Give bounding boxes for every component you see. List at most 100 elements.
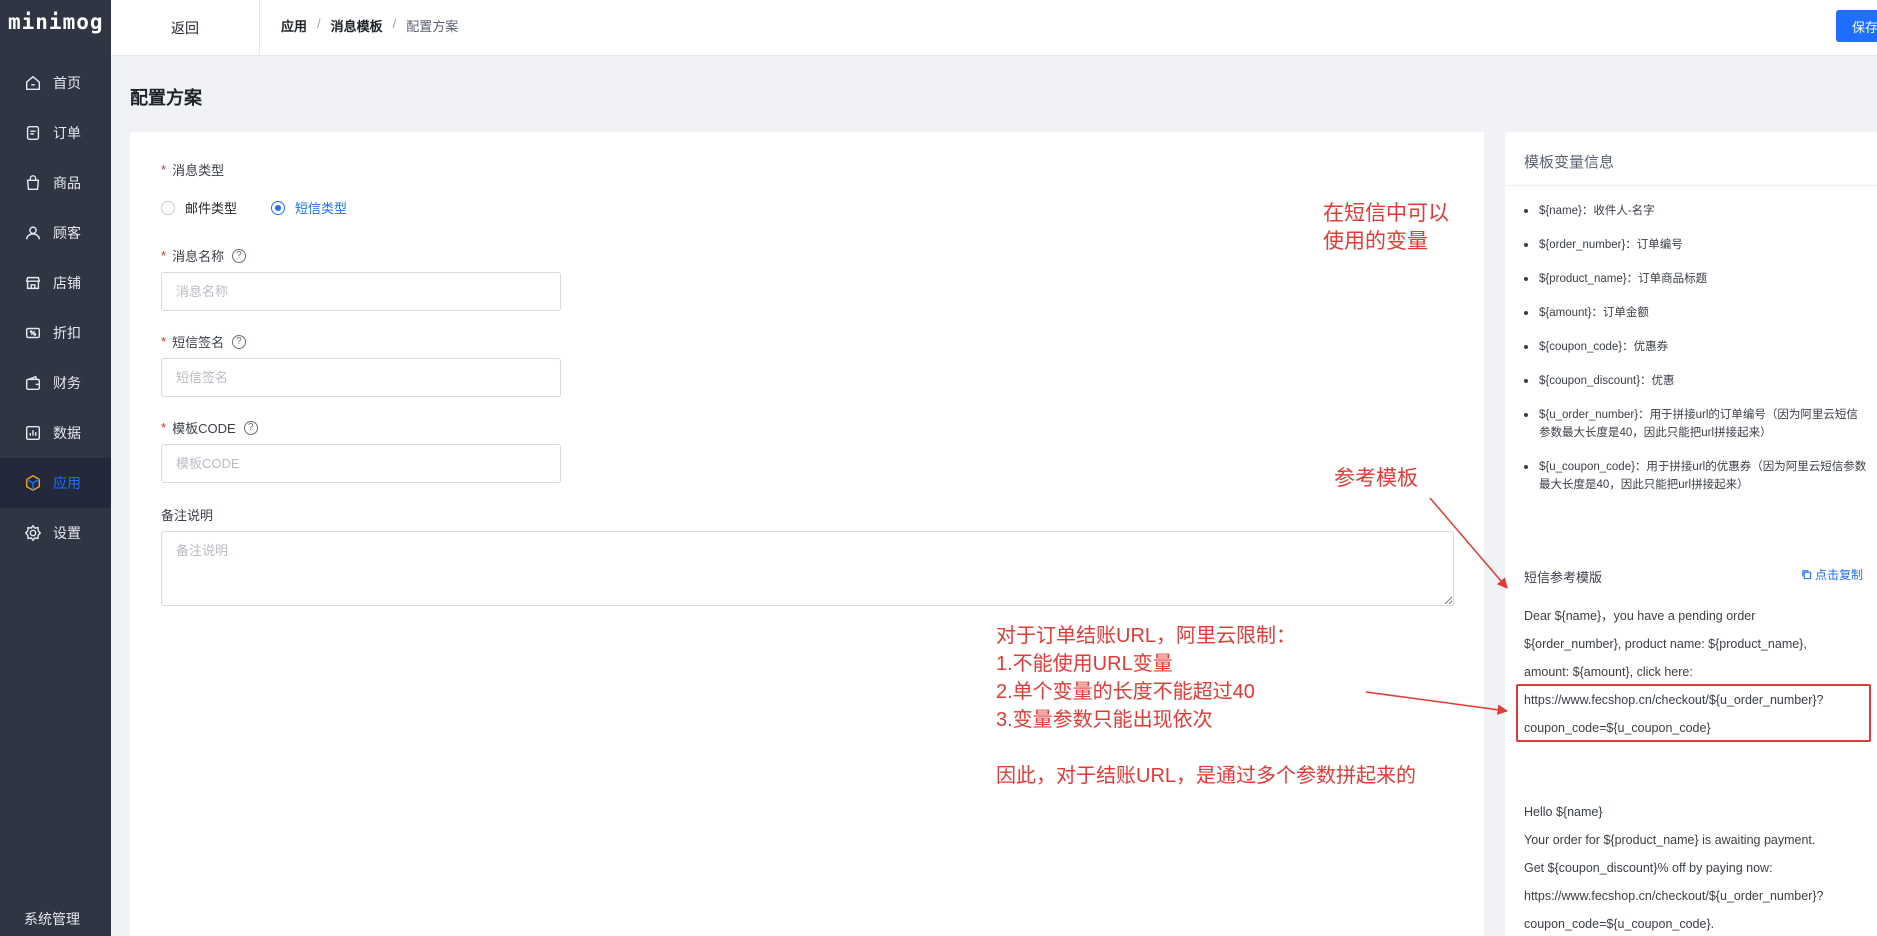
annotation-line: 在短信中可以	[1323, 202, 1449, 225]
copy-button[interactable]: 点击复制	[1801, 566, 1863, 583]
highlight-box	[1516, 684, 1871, 742]
label-text: 消息名称	[172, 249, 225, 264]
copy-label: 点击复制	[1815, 568, 1864, 582]
radio-dot	[161, 200, 175, 215]
sidebar-item-finance[interactable]: 财务	[0, 358, 111, 408]
radio-dot	[271, 200, 285, 215]
help-icon[interactable]: ?	[243, 420, 258, 435]
variable-list: ${name}：收件人-名字 ${order_number}：订单编号 ${pr…	[1524, 202, 1869, 510]
list-item: ${order_number}：订单编号	[1524, 236, 1869, 254]
page-title: 配置方案	[130, 88, 202, 108]
sidebar: minimog 首页 订单 商品 顾客 店铺 折扣 财务 数据 应用 设置 系统…	[0, 0, 111, 936]
back-button[interactable]: 返回	[111, 0, 260, 56]
msg-name-input[interactable]	[161, 272, 561, 311]
form-card: * 消息类型 邮件类型 短信类型 * 消息名称? * 短信签名? * 模板CODE? 备…	[130, 132, 1484, 936]
sidebar-item-label: 应用	[53, 475, 81, 491]
list-item: ${product_name}：订单商品标题	[1524, 270, 1869, 288]
sidebar-item-home[interactable]: 首页	[0, 58, 111, 108]
copy-icon	[1802, 570, 1812, 580]
template-code-label: * 模板CODE?	[161, 418, 258, 437]
sidebar-item-customers[interactable]: 顾客	[0, 208, 111, 258]
help-icon[interactable]: ?	[232, 334, 247, 349]
panel-title: 模板变量信息	[1524, 154, 1615, 171]
order-icon	[23, 123, 43, 143]
sidebar-item-discount[interactable]: 折扣	[0, 308, 111, 358]
sidebar-item-data[interactable]: 数据	[0, 408, 111, 458]
radio-email-type[interactable]: 邮件类型	[161, 198, 237, 217]
logo: minimog	[8, 10, 104, 34]
sidebar-item-label: 订单	[53, 125, 81, 141]
annotation-line: 2.单个变量的长度不能超过40	[996, 681, 1255, 703]
list-item: ${coupon_code}：优惠券	[1524, 338, 1869, 356]
sms-sign-label: * 短信签名?	[161, 332, 247, 351]
sidebar-item-apps[interactable]: 应用	[0, 458, 111, 508]
store-icon	[23, 273, 43, 293]
sidebar-item-label: 数据	[53, 425, 81, 441]
sidebar-item-products[interactable]: 商品	[0, 158, 111, 208]
system-management[interactable]: 系统管理	[24, 909, 80, 929]
msg-type-label: * 消息类型	[161, 160, 224, 179]
breadcrumb-templates[interactable]: 消息模板	[331, 16, 383, 35]
breadcrumb: 应用 / 消息模板 / 配置方案	[281, 16, 458, 35]
annotation-limits: 对于订单结账URL，阿里云限制： 1.不能使用URL变量 2.单个变量的长度不能…	[996, 622, 1296, 734]
sidebar-item-label: 折扣	[53, 325, 81, 341]
sidebar-item-orders[interactable]: 订单	[0, 108, 111, 158]
radio-label: 邮件类型	[185, 201, 238, 216]
label-text: 模板CODE	[172, 421, 236, 436]
wallet-icon	[23, 373, 43, 393]
breadcrumb-current: 配置方案	[406, 19, 459, 34]
sidebar-item-settings[interactable]: 设置	[0, 508, 111, 558]
gear-icon	[23, 523, 43, 543]
template-code-input[interactable]	[161, 444, 561, 483]
template-line: Hello ${name}	[1524, 805, 1603, 819]
annotation-ref-note: 参考模板	[1334, 467, 1418, 490]
sidebar-item-label: 顾客	[53, 225, 81, 241]
breadcrumb-separator: /	[317, 16, 321, 31]
template-line: https://www.fecshop.cn/checkout/${u_orde…	[1524, 889, 1824, 903]
sidebar-item-label: 商品	[53, 175, 81, 191]
sms-sign-input[interactable]	[161, 358, 561, 397]
bag-icon	[23, 173, 43, 193]
list-item: ${coupon_discount}：优惠	[1524, 372, 1869, 390]
annotation-line: 对于订单结账URL，阿里云限制：	[996, 625, 1297, 647]
sidebar-item-label: 设置	[53, 525, 81, 541]
required-mark: *	[161, 162, 167, 177]
annotation-line: 3.变量参数只能出现依次	[996, 709, 1213, 731]
home-icon	[23, 73, 43, 93]
label-text: 备注说明	[161, 508, 214, 523]
list-item: ${u_order_number}：用于拼接url的订单编号（因为阿里云短信参数…	[1524, 406, 1869, 442]
sms-template-2: Hello ${name} Your order for ${product_n…	[1524, 798, 1869, 936]
save-button[interactable]: 保存	[1836, 10, 1877, 42]
required-mark: *	[161, 420, 167, 435]
user-icon	[23, 223, 43, 243]
breadcrumb-separator: /	[392, 16, 397, 31]
sidebar-item-label: 店铺	[53, 275, 81, 291]
label-text: 消息类型	[172, 163, 225, 178]
panel-header: 模板变量信息	[1505, 132, 1877, 186]
sidebar-item-label: 财务	[53, 375, 81, 391]
template-line: Get ${coupon_discount}% off by paying no…	[1524, 861, 1773, 875]
annotation-conclusion: 因此，对于结账URL，是通过多个参数拼起来的	[996, 765, 1417, 787]
template-line: ${order_number}, product name: ${product…	[1524, 637, 1807, 651]
top-bar: 返回 应用 / 消息模板 / 配置方案	[111, 0, 1877, 56]
radio-label: 短信类型	[295, 201, 348, 216]
template-variables-panel: 模板变量信息 ${name}：收件人-名字 ${order_number}：订单…	[1505, 132, 1877, 936]
template-line: coupon_code=${u_coupon_code}.	[1524, 917, 1715, 931]
annotation-line: 1.不能使用URL变量	[996, 653, 1173, 675]
breadcrumb-apps[interactable]: 应用	[281, 16, 307, 35]
list-item: ${u_coupon_code}：用于拼接url的优惠券（因为阿里云短信参数最大…	[1524, 458, 1869, 494]
template-line: amount: ${amount}, click here:	[1524, 665, 1693, 679]
template-line: Your order for ${product_name} is awaiti…	[1524, 833, 1816, 847]
required-mark: *	[161, 248, 167, 263]
radio-sms-type[interactable]: 短信类型	[271, 198, 347, 217]
note-textarea[interactable]	[161, 531, 1454, 606]
annotation-vars-note: 在短信中可以 使用的变量	[1323, 200, 1449, 256]
sidebar-item-label: 首页	[53, 75, 81, 91]
list-item: ${name}：收件人-名字	[1524, 202, 1869, 220]
help-icon[interactable]: ?	[232, 248, 247, 263]
sidebar-item-store[interactable]: 店铺	[0, 258, 111, 308]
template-line: Dear ${name}，you have a pending order	[1524, 609, 1756, 623]
annotation-line: 使用的变量	[1323, 230, 1428, 253]
required-mark: *	[161, 334, 167, 349]
discount-icon	[23, 323, 43, 343]
